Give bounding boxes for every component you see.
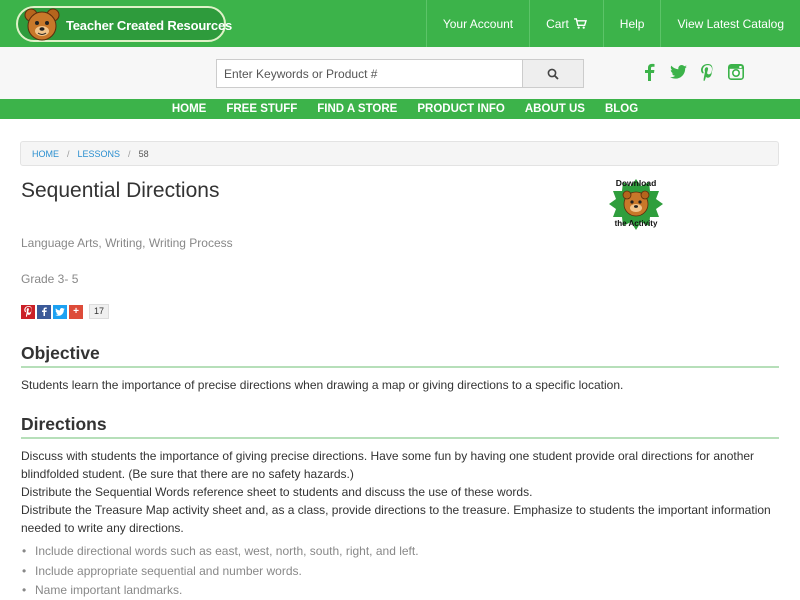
nav-about-us[interactable]: ABOUT US [515,99,595,119]
top-header: Teacher Created Resources Your Account C… [0,0,800,47]
list-item: Include directional words such as east, … [21,542,419,562]
cart-icon [573,18,587,29]
objective-heading: Objective [21,343,779,368]
account-nav: Your Account Cart Help View Latest Catal… [425,0,800,47]
your-account-link[interactable]: Your Account [425,0,529,47]
breadcrumb: HOME / LESSONS / 58 [20,141,779,166]
help-label: Help [619,16,645,31]
breadcrumb-current: 58 [138,148,149,159]
nav-product-info[interactable]: PRODUCT INFO [407,99,515,119]
directions-body: Discuss with students the importance of … [21,447,781,537]
directions-paragraph: Discuss with students the importance of … [21,449,755,481]
directions-paragraph: Distribute the Treasure Map activity she… [21,503,771,535]
badge-line1: Download [616,178,657,188]
twitter-icon[interactable] [669,62,687,82]
search-button[interactable] [522,59,584,88]
facebook-share-icon[interactable] [37,304,51,319]
cart-link[interactable]: Cart [529,0,603,47]
nav-find-a-store[interactable]: FIND A STORE [307,99,407,119]
add-share-icon[interactable]: + [69,304,83,319]
list-item: Include appropriate sequential and numbe… [21,562,419,582]
search-icon [547,68,559,80]
breadcrumb-lessons[interactable]: LESSONS [78,149,121,159]
breadcrumb-separator: / [128,148,131,159]
main-navigation: HOME FREE STUFF FIND A STORE PRODUCT INF… [0,99,800,119]
lesson-subjects: Language Arts, Writing, Writing Process [21,236,233,250]
nav-blog[interactable]: BLOG [595,99,648,119]
page-title: Sequential Directions [21,179,220,202]
directions-paragraph: Distribute the Sequential Words referenc… [21,485,533,499]
cart-label: Cart [546,16,569,31]
breadcrumb-home[interactable]: HOME [32,149,59,159]
view-catalog-link[interactable]: View Latest Catalog [660,0,800,47]
nav-home[interactable]: HOME [162,99,217,119]
nav-free-stuff[interactable]: FREE STUFF [216,99,307,119]
pinterest-icon[interactable] [698,62,716,82]
social-links [640,62,745,82]
badge-line2: the Activity [615,219,658,228]
lesson-grade: Grade 3- 5 [21,272,79,286]
facebook-icon[interactable] [640,62,658,82]
instagram-icon[interactable] [727,62,745,82]
pinterest-share-icon[interactable] [21,304,35,319]
your-account-label: Your Account [442,16,514,31]
directions-heading: Directions [21,414,779,439]
download-activity-badge[interactable]: Download the Activity [606,176,666,234]
share-count: 17 [89,304,110,319]
logo-text: Teacher Created Resources [66,18,233,33]
bear-mascot-icon [24,8,60,41]
list-item: Name important landmarks. [21,581,419,600]
share-buttons: + 17 [21,304,110,319]
search-bar-row [0,47,800,99]
objective-text: Students learn the importance of precise… [21,378,624,392]
breadcrumb-separator: / [67,148,70,159]
search-input[interactable] [216,59,523,88]
site-logo[interactable]: Teacher Created Resources [16,6,232,42]
view-catalog-label: View Latest Catalog [677,16,784,31]
directions-bullet-list: Include directional words such as east, … [21,542,419,600]
twitter-share-icon[interactable] [53,304,67,319]
help-link[interactable]: Help [602,0,661,47]
